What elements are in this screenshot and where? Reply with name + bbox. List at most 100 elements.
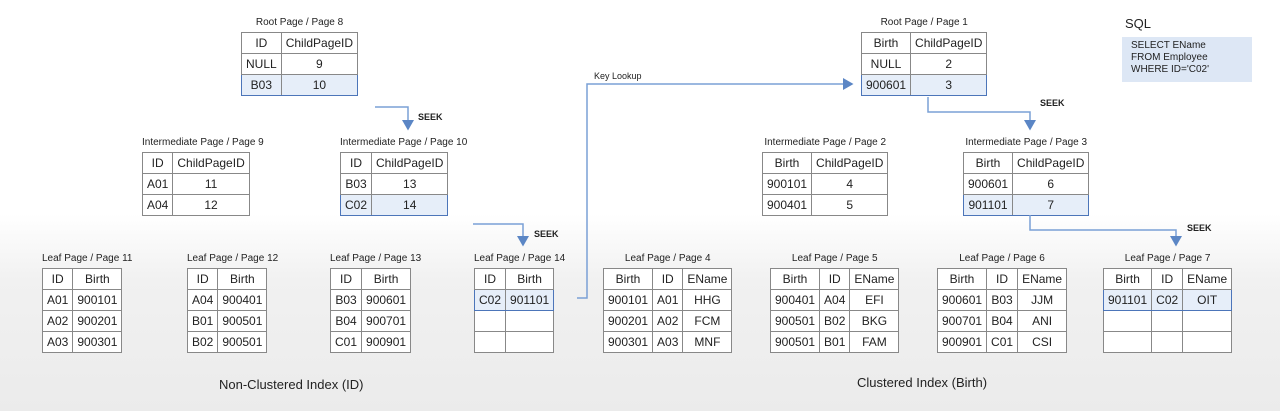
table-row: A03 900301 (41, 331, 123, 353)
table-cell: A04 (141, 194, 174, 216)
leaf-page-12: Leaf Page / Page 12 ID Birth A04 900401 B01 90… (186, 253, 279, 353)
table-row: 900401 A04 EFI (769, 289, 900, 311)
table-cell: 900601 (860, 74, 912, 96)
table-row (473, 331, 555, 353)
page-table: ID Birth B03 900601 B04 900701 C01 900901 (329, 268, 412, 353)
page-title: Leaf Page / Page 11 (42, 253, 133, 264)
table-cell: 10 (280, 74, 359, 96)
column-header: Birth (361, 268, 412, 290)
seek-label: SEEK (534, 229, 559, 239)
table-cell: C02 (1151, 289, 1184, 311)
page-title: Intermediate Page / Page 10 (340, 137, 468, 148)
table-cell: 900501 (217, 331, 268, 353)
table-cell: 11 (172, 173, 250, 195)
table-row: C02 14 (339, 194, 449, 216)
table-cell: B04 (329, 310, 363, 332)
table-row: B03 900601 (329, 289, 412, 311)
table-cell: B03 (986, 289, 1019, 311)
table-row: 900701 B04 ANI (936, 310, 1068, 332)
table-row: 901101 7 (962, 194, 1090, 216)
seek-arrow-8-to-10 (375, 106, 414, 131)
table-cell: 4 (811, 173, 889, 195)
table-cell: 900401 (217, 289, 268, 311)
table-cell: MNF (682, 331, 733, 353)
key-lookup-label: Key Lookup (594, 71, 642, 81)
table-cell: 14 (371, 194, 449, 216)
column-header: EName (1017, 268, 1068, 290)
sql-line: FROM Employee (1131, 52, 1208, 63)
column-header: ID (986, 268, 1019, 290)
table-cell: JJM (1017, 289, 1068, 311)
intermediate-page-3: Intermediate Page / Page 3 Birth ChildPage… (962, 137, 1090, 216)
table-cell: B02 (186, 331, 219, 353)
seek-label: SEEK (1040, 98, 1065, 108)
column-header: Birth (962, 152, 1014, 174)
seek-label: SEEK (1187, 223, 1212, 233)
table-row: A01 900101 (41, 289, 123, 311)
page-title: Root Page / Page 1 (880, 17, 968, 28)
table-cell: NULL (241, 53, 282, 75)
page-table: Birth ChildPageID 900601 6 901101 7 (962, 152, 1090, 216)
table-cell (1102, 310, 1153, 332)
table-row: NULL 9 (241, 53, 359, 75)
page-title: Leaf Page / Page 4 (624, 253, 711, 264)
page-table: ID ChildPageID NULL 9 B03 10 (241, 32, 359, 96)
page-title: Leaf Page / Page 12 (187, 253, 279, 264)
root-page-1: Root Page / Page 1 Birth ChildPageID NULL 2 9… (860, 17, 988, 96)
intermediate-page-10: Intermediate Page / Page 10 ID ChildPageID… (339, 137, 468, 216)
table-row: 900201 A02 FCM (602, 310, 733, 332)
column-header: ChildPageID (280, 32, 359, 54)
table-cell: A04 (186, 289, 219, 311)
table-cell: 900301 (602, 331, 654, 353)
column-header: Birth (1102, 268, 1153, 290)
table-cell: A02 (652, 310, 684, 332)
column-header: Birth (217, 268, 268, 290)
table-cell: 900501 (769, 310, 821, 332)
table-row: 900601 6 (962, 173, 1090, 195)
page-title: Intermediate Page / Page 2 (764, 137, 887, 148)
column-header: ChildPageID (910, 32, 988, 54)
table-cell: 900201 (72, 310, 123, 332)
page-table: ID ChildPageID A01 11 A04 12 (141, 152, 250, 216)
column-header: Birth (72, 268, 123, 290)
sql-title: SQL (1125, 16, 1152, 31)
table-cell: 900501 (217, 310, 268, 332)
table-cell (1182, 310, 1233, 332)
column-header: Birth (505, 268, 555, 290)
table-row: NULL 2 (860, 53, 988, 75)
leaf-page-6: Leaf Page / Page 6 Birth ID EName 900601 B03 J… (936, 253, 1068, 353)
clustered-index-caption: Clustered Index (Birth) (857, 375, 988, 390)
page-title: Leaf Page / Page 13 (330, 253, 422, 264)
column-header: ID (819, 268, 851, 290)
table-cell: B03 (241, 74, 282, 96)
table-cell: ANI (1017, 310, 1068, 332)
table-cell: 900701 (361, 310, 412, 332)
table-cell: NULL (860, 53, 912, 75)
table-cell: EFI (849, 289, 900, 311)
table-cell: 900101 (761, 173, 813, 195)
table-row: 900101 4 (761, 173, 889, 195)
table-cell (1151, 310, 1184, 332)
root-page-8: Root Page / Page 8 ID ChildPageID NULL 9 B03 1… (241, 17, 359, 96)
column-header: Birth (761, 152, 813, 174)
table-cell: 7 (1012, 194, 1090, 216)
table-cell: A01 (41, 289, 74, 311)
table-cell: 901101 (962, 194, 1014, 216)
table-cell: B01 (819, 331, 851, 353)
table-cell: A01 (652, 289, 684, 311)
table-row: B01 900501 (186, 310, 268, 332)
table-row: 900101 A01 HHG (602, 289, 733, 311)
table-cell: 900401 (761, 194, 813, 216)
table-cell: 900601 (962, 173, 1014, 195)
table-cell: 9 (280, 53, 359, 75)
column-header: Birth (936, 268, 988, 290)
page-table: Birth ChildPageID NULL 2 900601 3 (860, 32, 988, 96)
table-row (1102, 310, 1233, 332)
leaf-page-7: Leaf Page / Page 7 Birth ID EName 901101 C02 O… (1102, 253, 1233, 353)
table-cell: A01 (141, 173, 174, 195)
column-header: EName (682, 268, 733, 290)
sql-line: SELECT EName (1131, 40, 1206, 51)
seek-arrow-10-to-14 (473, 223, 529, 247)
table-row: 900301 A03 MNF (602, 331, 733, 353)
table-row: B04 900701 (329, 310, 412, 332)
